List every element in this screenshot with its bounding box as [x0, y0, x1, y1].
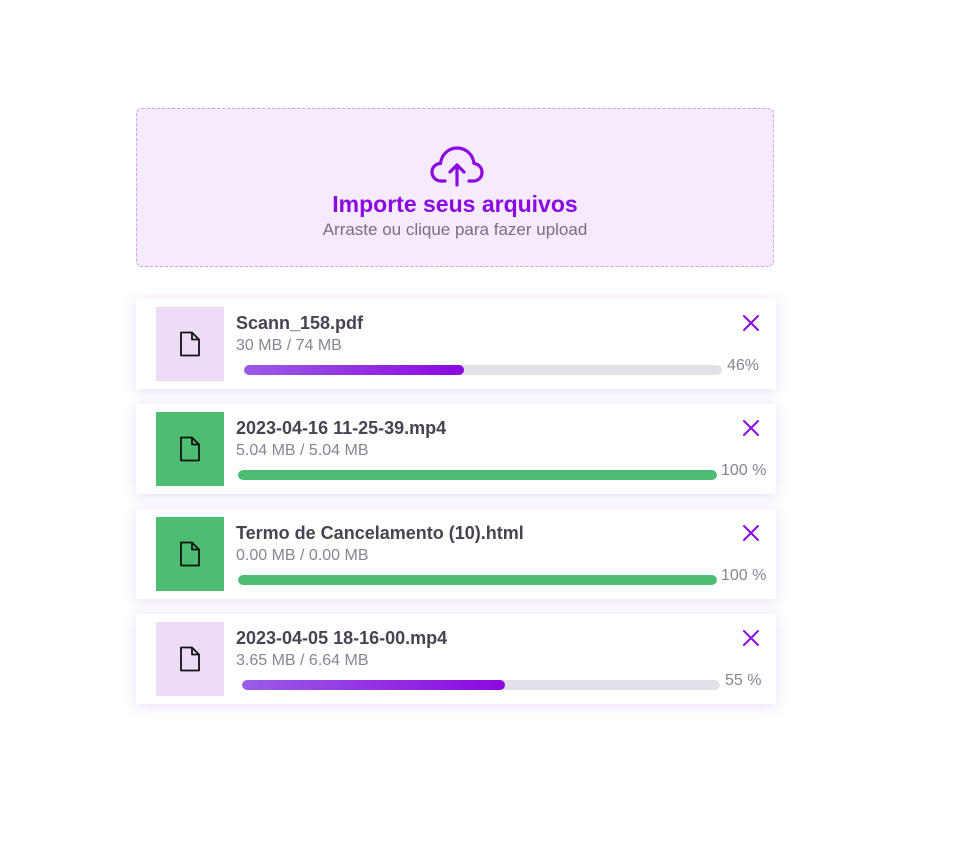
- file-size: 0.00 MB / 0.00 MB: [236, 547, 369, 564]
- progress-percent: 55 %: [725, 672, 762, 689]
- close-icon[interactable]: [742, 419, 760, 437]
- file-size: 30 MB / 74 MB: [236, 337, 342, 354]
- close-icon[interactable]: [742, 524, 760, 542]
- file-size: 5.04 MB / 5.04 MB: [236, 442, 369, 459]
- close-icon[interactable]: [742, 314, 760, 332]
- progress-percent: 100 %: [721, 567, 767, 584]
- progress-bar: [244, 365, 722, 375]
- upload-page: Importe seus arquivos Arraste ou clique …: [0, 0, 965, 848]
- close-icon[interactable]: [742, 629, 760, 647]
- file-item: 2023-04-16 11-25-39.mp4 5.04 MB / 5.04 M…: [136, 404, 776, 494]
- file-icon: [180, 436, 200, 462]
- file-size: 3.65 MB / 6.64 MB: [236, 652, 369, 669]
- file-thumbnail: [156, 622, 224, 696]
- dropzone-title: Importe seus arquivos: [332, 191, 578, 217]
- progress-bar: [238, 470, 717, 480]
- file-thumbnail: [156, 517, 224, 591]
- progress-fill: [244, 365, 464, 375]
- file-item: Scann_158.pdf 30 MB / 74 MB 46%: [136, 299, 776, 389]
- file-name: 2023-04-05 18-16-00.mp4: [236, 628, 448, 648]
- file-name: Scann_158.pdf: [236, 313, 364, 333]
- file-thumbnail: [156, 307, 224, 381]
- progress-fill: [238, 470, 717, 480]
- progress-fill: [242, 680, 505, 690]
- file-item: 2023-04-05 18-16-00.mp4 3.65 MB / 6.64 M…: [136, 614, 776, 704]
- file-icon: [180, 646, 200, 672]
- dropzone-subtitle: Arraste ou clique para fazer upload: [322, 220, 588, 239]
- file-icon: [180, 541, 200, 567]
- file-name: Termo de Cancelamento (10).html: [236, 523, 524, 543]
- progress-percent: 100 %: [721, 462, 767, 479]
- file-icon: [180, 331, 200, 357]
- upload-dropzone[interactable]: Importe seus arquivos Arraste ou clique …: [136, 108, 774, 267]
- file-item: Termo de Cancelamento (10).html 0.00 MB …: [136, 509, 776, 599]
- progress-percent: 46%: [727, 357, 760, 374]
- file-name: 2023-04-16 11-25-39.mp4: [236, 418, 447, 438]
- cloud-upload-icon: [430, 146, 484, 187]
- progress-bar: [238, 575, 717, 585]
- file-thumbnail: [156, 412, 224, 486]
- progress-bar: [242, 680, 720, 690]
- progress-fill: [238, 575, 717, 585]
